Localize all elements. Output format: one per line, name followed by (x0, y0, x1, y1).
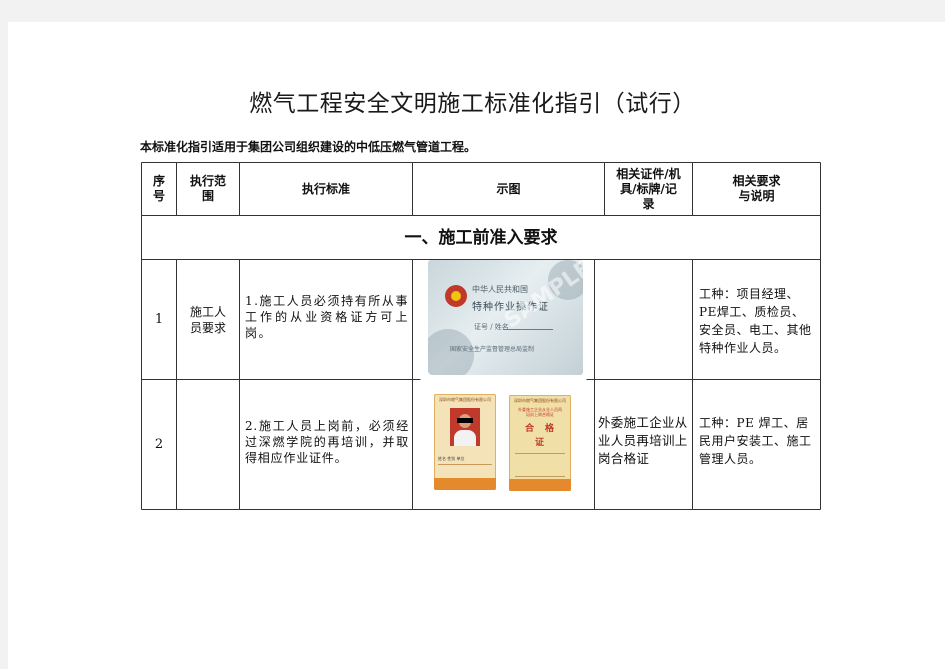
row1-scope: 施工人 员要求 (189, 304, 226, 335)
qual-big-3: 证 (535, 438, 545, 448)
row2-seq: 2 (154, 436, 164, 452)
qual-field-lines (515, 453, 565, 477)
row1-seq: 1 (154, 311, 164, 327)
row2-standard: 2.施工人员上岗前，必须经过深燃学院的再培训，并取得相应作业证件。 (245, 419, 409, 465)
card-footer: 国家安全生产监督管理总局监制 (450, 346, 535, 353)
header-figure: 示图 (496, 181, 521, 196)
qual-big-1: 合 (525, 424, 535, 434)
qual-header: 深圳市燃气集团股份有限公司 (514, 398, 566, 403)
badge-portrait (450, 408, 480, 446)
header-scope: 执行范 围 (189, 174, 226, 203)
qual-sub: 外委施工企业从业人员再培训上岗合格证 (518, 407, 562, 417)
certificate-card-photo: 中华人民共和国 特种作业操作证 证号 / 姓名 国家安全生产监督管理总局监制 S… (428, 260, 583, 375)
row1-standard: 1.施工人员必须持有所从事工作的从业资格证方可上岗。 (245, 294, 409, 340)
header-notes: 相关要求 与说明 (732, 174, 781, 203)
badge-fields: 姓名 性别 单位 (438, 456, 465, 461)
row2-notes: 工种：PE 焊工、居民用户安装工、施工管理人员。 (699, 416, 812, 466)
header-seq: 序 号 (152, 174, 165, 203)
qual-footer-bar (509, 479, 571, 491)
qualification-certificate-photo: 深圳市燃气集团股份有限公司 外委施工企业从业人员再培训上岗合格证 合 格 证 (509, 395, 571, 491)
header-standard: 执行标准 (301, 181, 350, 196)
staff-id-badge-photo: 深圳市燃气集团股份有限公司 姓名 性别 单位 (434, 394, 496, 490)
badge-footer-bar (434, 478, 496, 490)
section-heading: 一、施工前准入要求 (404, 227, 558, 248)
card-line3: 证号 / 姓名 (474, 323, 509, 331)
row2-certs: 外委施工企业从业人员再培训上岗合格证 (598, 415, 688, 466)
qual-big-2: 格 (545, 424, 555, 434)
header-certs: 相关证件/机 具/标牌/记 录 (616, 166, 681, 211)
row1-notes: 工种：项目经理、PE焊工、质检员、安全员、电工、其他特种作业人员。 (699, 287, 812, 355)
badge-divider (438, 464, 492, 465)
card-line1: 中华人民共和国 (472, 285, 528, 294)
badge-header: 深圳市燃气集团股份有限公司 (439, 397, 491, 402)
